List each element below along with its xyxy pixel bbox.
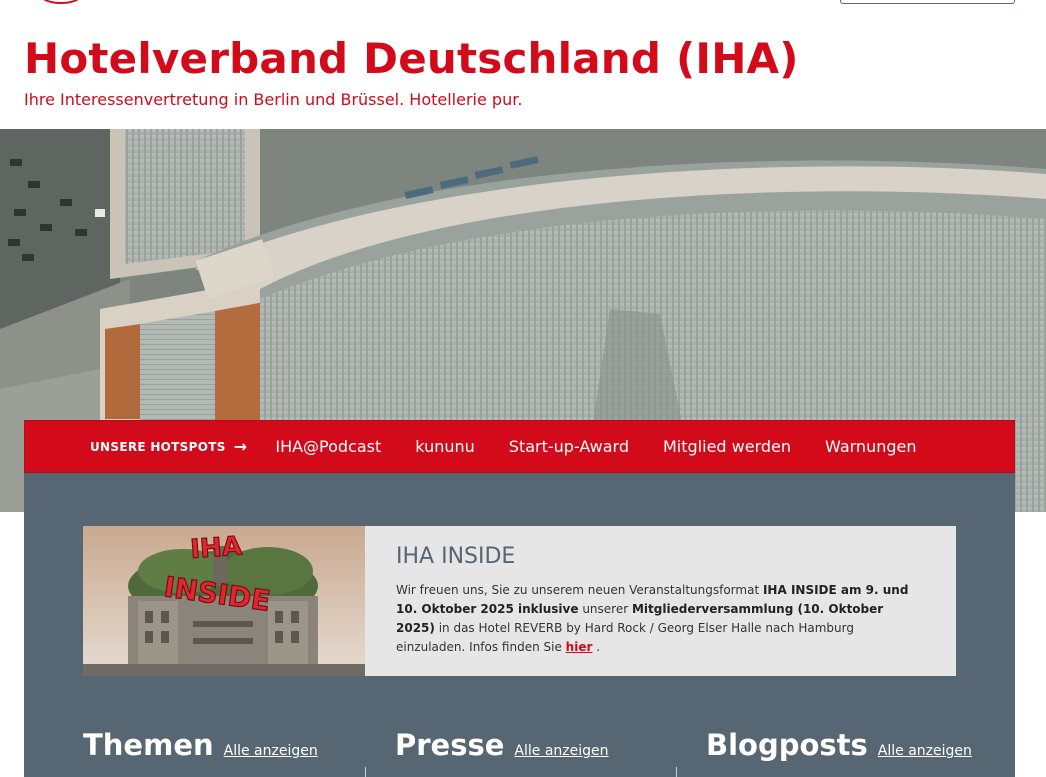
feature-text-part: unserer (578, 602, 632, 616)
show-all-presse-link[interactable]: Alle anzeigen (514, 743, 608, 759)
feature-info-link[interactable]: hier (566, 640, 593, 654)
column-head-blogposts: Blogposts Alle anzeigen (706, 728, 972, 762)
nav-link-mitglied-werden[interactable]: Mitglied werden (663, 437, 791, 456)
hotspots-label-text: UNSERE HOTSPOTS (90, 439, 226, 454)
column-title-presse: Presse (395, 728, 505, 762)
nav-link-startup-award[interactable]: Start-up-Award (509, 437, 629, 456)
nav-link-warnungen[interactable]: Warnungen (825, 437, 916, 456)
column-head-themen: Themen Alle anzeigen (83, 728, 318, 762)
feature-body: IHA INSIDE Wir freuen uns, Sie zu unsere… (396, 544, 916, 657)
column-head-presse: Presse Alle anzeigen (395, 728, 609, 762)
feature-card: IHA INSIDE IHA INSIDE Wir freuen uns, Si… (83, 526, 956, 676)
show-all-themen-link[interactable]: Alle anzeigen (224, 743, 318, 759)
hotspots-label: UNSERE HOTSPOTS → (90, 437, 247, 456)
hotspots-nav: UNSERE HOTSPOTS → IHA@Podcast kununu Sta… (24, 420, 1015, 473)
column-divider (365, 767, 366, 777)
feature-text: Wir freuen uns, Sie zu unserem neuen Ver… (396, 581, 916, 657)
feature-text-part: Wir freuen uns, Sie zu unserem neuen Ver… (396, 583, 763, 597)
feature-title[interactable]: IHA INSIDE (396, 544, 916, 569)
column-divider (676, 767, 677, 777)
feature-text-part: in das Hotel REVERB by Hard Rock / Georg… (396, 621, 854, 654)
show-all-blogposts-link[interactable]: Alle anzeigen (878, 743, 972, 759)
column-title-themen: Themen (83, 728, 214, 762)
search-input[interactable] (840, 0, 1015, 4)
top-bar (0, 0, 1046, 10)
nav-link-kununu[interactable]: kununu (415, 437, 474, 456)
column-title-blogposts: Blogposts (706, 728, 868, 762)
nav-link-podcast[interactable]: IHA@Podcast (275, 437, 381, 456)
feature-image[interactable]: IHA INSIDE (83, 526, 365, 676)
arrow-right-icon: → (233, 437, 248, 456)
svg-text:IHA: IHA (189, 531, 243, 565)
feature-text-part: . (592, 640, 601, 654)
site-title[interactable]: Hotelverband Deutschland (IHA) (24, 34, 799, 83)
site-tagline: Ihre Interessenvertretung in Berlin und … (24, 90, 523, 109)
logo[interactable] (40, 0, 82, 4)
